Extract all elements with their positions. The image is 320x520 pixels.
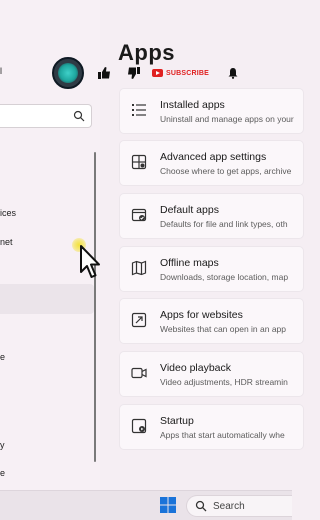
video-overlay-bar: SUBSCRIBE: [52, 56, 248, 90]
list-icon: [132, 104, 146, 116]
open-link-icon: [131, 312, 147, 328]
sidebar-item-label[interactable]: ices: [0, 208, 16, 218]
sidebar-item-label[interactable]: e: [0, 352, 5, 362]
taskbar-search-box[interactable]: Search: [186, 495, 292, 517]
card-subtitle: Apps that start automatically whe: [160, 430, 285, 440]
card-subtitle: Defaults for file and link types, oth: [160, 219, 288, 229]
settings-card-apps-for-websites[interactable]: Apps for websites Websites that can open…: [119, 298, 304, 344]
card-subtitle: Choose where to get apps, archive: [160, 166, 292, 176]
settings-card-offline-maps[interactable]: Offline maps Downloads, storage location…: [119, 246, 304, 292]
channel-avatar[interactable]: [52, 57, 84, 89]
search-icon: [73, 110, 85, 122]
thumbs-down-icon: [128, 67, 140, 79]
card-subtitle: Video adjustments, HDR streamin: [160, 377, 288, 387]
settings-card-default-apps[interactable]: Default apps Defaults for file and link …: [119, 193, 304, 239]
notification-bell-button[interactable]: [223, 63, 243, 83]
video-icon: [131, 367, 147, 379]
default-apps-icon: [131, 208, 147, 222]
like-button[interactable]: [94, 63, 114, 83]
sidebar-item-label[interactable]: e: [0, 468, 5, 478]
sidebar-item-label[interactable]: net: [0, 237, 13, 247]
card-title: Installed apps: [160, 99, 225, 111]
startup-icon: [131, 418, 147, 434]
search-icon: [195, 500, 207, 512]
settings-search-input[interactable]: [0, 104, 92, 128]
subscribe-label: SUBSCRIBE: [166, 69, 210, 77]
sidebar-scrollbar[interactable]: [94, 152, 96, 462]
windows-start-icon[interactable]: [160, 497, 176, 513]
card-title: Startup: [160, 415, 194, 427]
sidebar-item-apps-selected[interactable]: [0, 284, 94, 314]
mouse-pointer-icon: [80, 245, 100, 278]
card-title: Video playback: [160, 362, 232, 374]
card-subtitle: Uninstall and manage apps on your: [160, 114, 294, 124]
sidebar-fragment: l: [0, 66, 2, 76]
bell-icon: [228, 68, 238, 79]
taskbar-search-label: Search: [213, 501, 245, 512]
card-title: Advanced app settings: [160, 151, 267, 163]
card-subtitle: Downloads, storage location, map: [160, 272, 289, 282]
card-title: Offline maps: [160, 257, 219, 269]
card-title: Apps for websites: [160, 309, 243, 321]
subscribe-button[interactable]: SUBSCRIBE: [152, 64, 209, 82]
youtube-logo-icon: [152, 69, 163, 77]
card-title: Default apps: [160, 204, 219, 216]
settings-card-installed-apps[interactable]: Installed apps Uninstall and manage apps…: [119, 88, 304, 134]
dislike-button[interactable]: [124, 63, 144, 83]
thumbs-up-icon: [98, 67, 110, 79]
map-icon: [131, 260, 147, 276]
taskbar: Search: [0, 490, 292, 520]
settings-card-advanced-app-settings[interactable]: Advanced app settings Choose where to ge…: [119, 140, 304, 186]
card-subtitle: Websites that can open in an app: [160, 324, 287, 334]
settings-card-video-playback[interactable]: Video playback Video adjustments, HDR st…: [119, 351, 304, 397]
app-settings-icon: [131, 154, 147, 170]
settings-card-startup[interactable]: Startup Apps that start automatically wh…: [119, 404, 304, 450]
sidebar-item-label[interactable]: y: [0, 440, 5, 450]
